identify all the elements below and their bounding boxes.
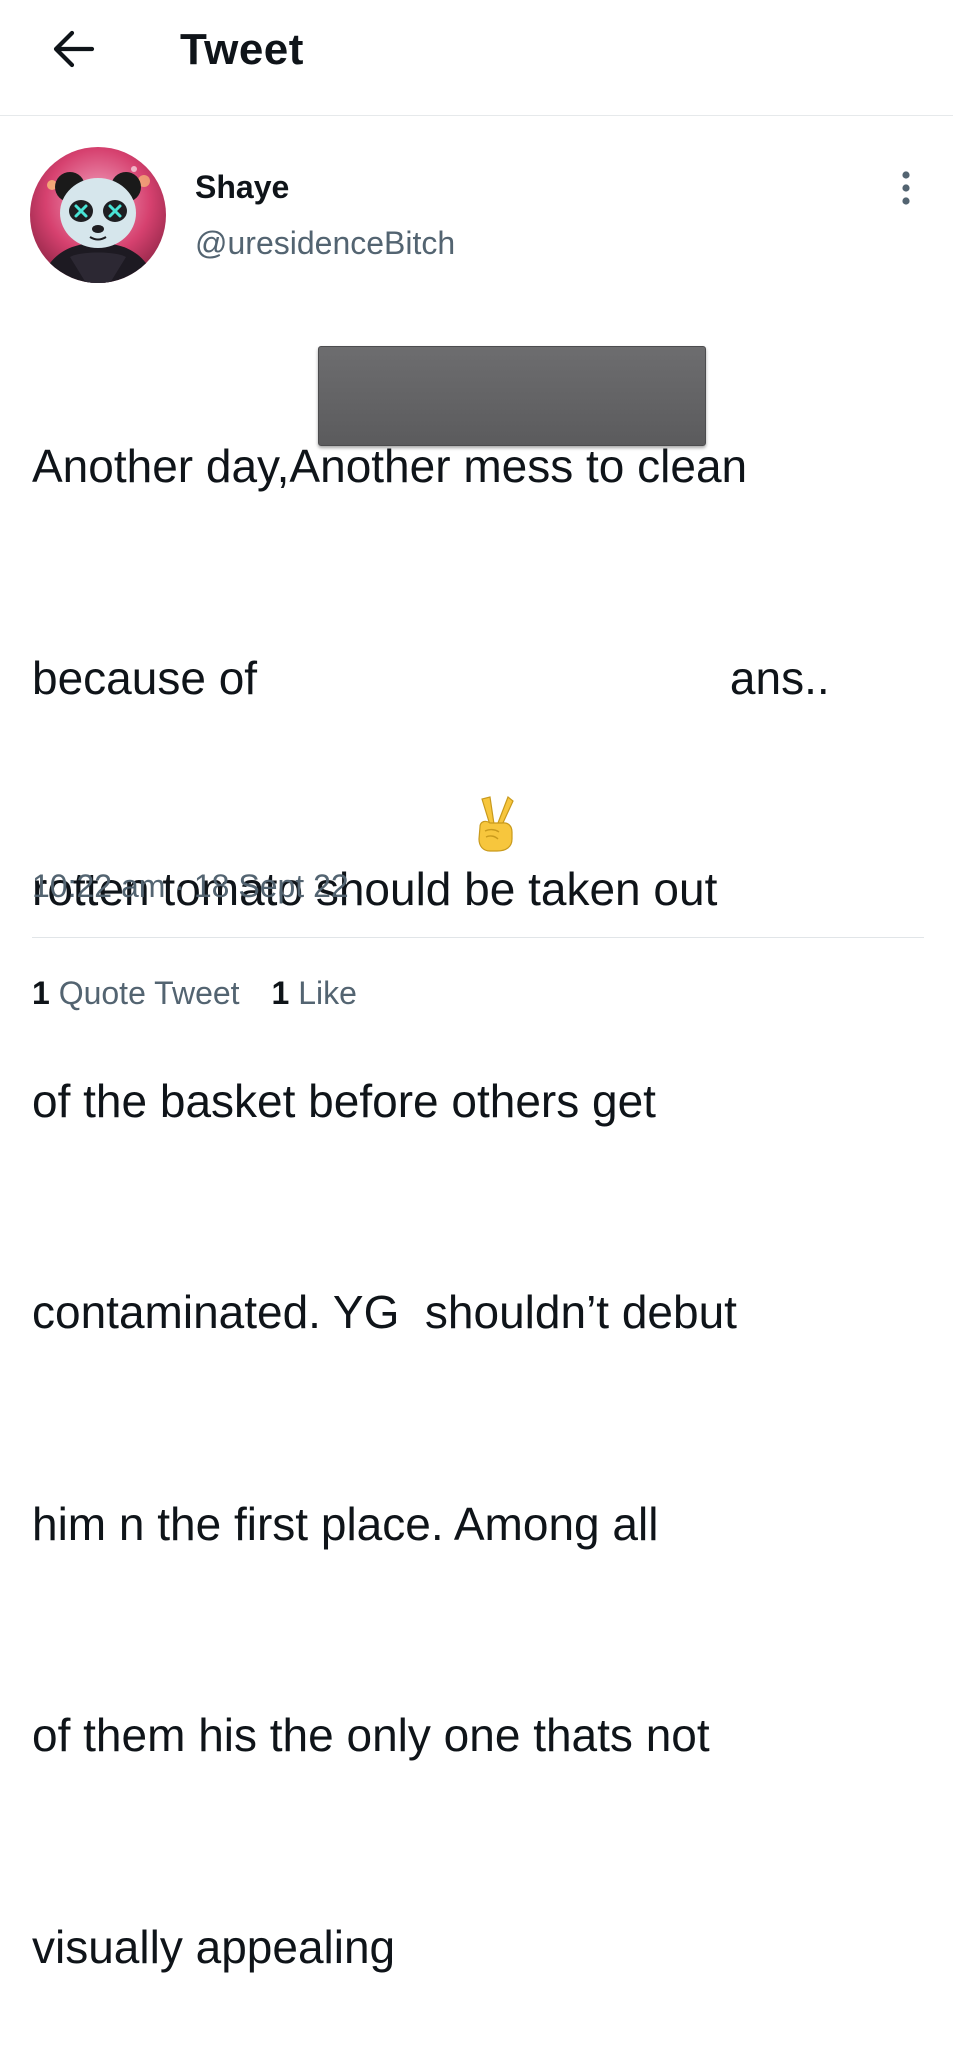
- divider: [32, 937, 924, 938]
- author-handle[interactable]: @uresidenceBitch: [195, 222, 455, 264]
- quote-tweets-stat[interactable]: 1 Quote Tweet: [32, 972, 240, 1014]
- top-bar: Tweet: [0, 0, 953, 116]
- more-options-button[interactable]: [885, 160, 927, 216]
- more-vertical-icon: [902, 171, 910, 205]
- back-button[interactable]: [36, 16, 110, 82]
- page-title: Tweet: [180, 25, 304, 74]
- victory-hand-emoji-icon: [478, 796, 514, 852]
- avatar[interactable]: [30, 147, 166, 283]
- meta-separator: ·: [165, 868, 194, 904]
- quote-label: Quote Tweet: [49, 975, 240, 1011]
- quote-count: 1: [32, 975, 50, 1011]
- tweet-line: of the basket before others get: [32, 1074, 656, 1127]
- tweet-line: visually appealing: [32, 1920, 396, 1973]
- likes-stat[interactable]: 1 Like: [272, 972, 357, 1014]
- redaction-box: [318, 346, 706, 446]
- tweet-time[interactable]: 10:22 am: [32, 868, 165, 904]
- engagement-stats: 1 Quote Tweet 1 Like: [32, 972, 357, 1014]
- tweet-date[interactable]: 18 Sept 22: [194, 868, 349, 904]
- tweet-text: Another day,Another mess to clean becaus…: [32, 290, 932, 2053]
- like-count: 1: [271, 975, 290, 1011]
- tweet-line: because of ans..: [32, 651, 830, 704]
- like-label: Like: [289, 975, 357, 1011]
- panda-avatar-icon: [30, 147, 166, 283]
- arrow-left-icon: [53, 30, 95, 68]
- author-display-name[interactable]: Shaye: [195, 166, 289, 208]
- tweet-timestamp: 10:22 am · 18 Sept 22: [32, 866, 349, 906]
- tweet-line: of them his the only one thats not: [32, 1709, 710, 1761]
- tweet-line: contaminated. YG shouldn’t debut: [32, 1286, 737, 1338]
- tweet-line: him n the first place. Among all: [32, 1497, 659, 1550]
